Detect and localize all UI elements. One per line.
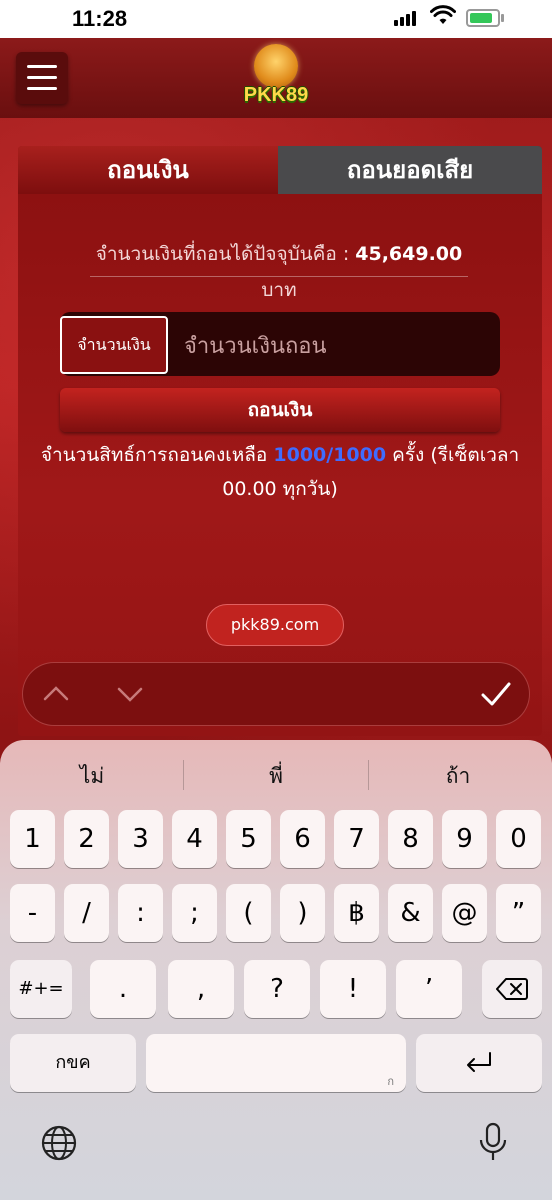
checkmark-icon[interactable]: [478, 676, 514, 712]
menu-button[interactable]: [16, 52, 68, 104]
amount-label: จำนวนเงิน: [60, 316, 168, 374]
space-hint: ก: [387, 1075, 394, 1088]
key-6[interactable]: 6: [280, 810, 325, 868]
key-8[interactable]: 8: [388, 810, 433, 868]
mascot-icon: [254, 44, 298, 88]
key-7[interactable]: 7: [334, 810, 379, 868]
space-bar[interactable]: ก: [146, 1034, 406, 1092]
suggestion-divider: [368, 760, 369, 790]
amount-input[interactable]: [182, 322, 486, 370]
key-apostrophe[interactable]: ’: [396, 960, 462, 1018]
quota-count: 1000/1000: [273, 444, 387, 466]
key-5[interactable]: 5: [226, 810, 271, 868]
key-1[interactable]: 1: [10, 810, 55, 868]
key-semicolon[interactable]: ;: [172, 884, 217, 942]
suggestion-3[interactable]: ถ้า: [370, 756, 546, 796]
keyboard-accessory-bar: [22, 662, 530, 726]
suggestion-1[interactable]: ไม่: [4, 756, 180, 796]
key-open-paren[interactable]: (: [226, 884, 271, 942]
key-3[interactable]: 3: [118, 810, 163, 868]
withdraw-button[interactable]: ถอนเงิน: [60, 388, 500, 432]
balance-amount: 45,649.00: [355, 243, 463, 265]
globe-icon[interactable]: [40, 1124, 78, 1162]
logo-text: PKK89: [243, 84, 309, 106]
quota-suffix-2: 00.00 ทุกวัน): [222, 478, 338, 500]
backspace-icon: [496, 978, 528, 1000]
return-icon: [467, 1052, 491, 1072]
chevron-down-icon[interactable]: [116, 680, 144, 708]
brand-logo[interactable]: PKK89: [236, 44, 316, 116]
signal-icon: [394, 11, 416, 26]
key-baht[interactable]: ฿: [334, 884, 379, 942]
wifi-icon: [430, 5, 456, 24]
key-backspace[interactable]: [482, 960, 542, 1018]
key-2[interactable]: 2: [64, 810, 109, 868]
key-quote[interactable]: ”: [496, 884, 541, 942]
key-ampersand[interactable]: &: [388, 884, 433, 942]
key-close-paren[interactable]: ): [280, 884, 325, 942]
key-9[interactable]: 9: [442, 810, 487, 868]
key-exclamation[interactable]: !: [320, 960, 386, 1018]
status-bar: 11:28: [0, 0, 552, 38]
suggestion-2[interactable]: พี่: [186, 756, 366, 796]
tab-withdraw[interactable]: ถอนเงิน: [18, 146, 278, 194]
balance-label: จำนวนเงินที่ถอนได้ปัจจุบันคือ :: [95, 243, 350, 265]
balance-currency: บาท: [261, 279, 297, 301]
key-comma[interactable]: ,: [168, 960, 234, 1018]
suggestion-divider: [183, 760, 184, 790]
microphone-icon[interactable]: [478, 1122, 508, 1164]
key-4[interactable]: 4: [172, 810, 217, 868]
status-time: 11:28: [72, 6, 128, 31]
key-more-symbols[interactable]: #+=: [10, 960, 72, 1018]
site-link[interactable]: pkk89.com: [206, 604, 344, 646]
key-thai-mode[interactable]: กขค: [10, 1034, 136, 1092]
key-0[interactable]: 0: [496, 810, 541, 868]
tab-loss-withdraw[interactable]: ถอนยอดเสีย: [278, 146, 542, 194]
key-colon[interactable]: :: [118, 884, 163, 942]
key-at[interactable]: @: [442, 884, 487, 942]
key-slash[interactable]: /: [64, 884, 109, 942]
balance-info: จำนวนเงินที่ถอนได้ปัจจุบันคือ : 45,649.0…: [90, 236, 468, 301]
key-hyphen[interactable]: -: [10, 884, 55, 942]
return-key[interactable]: [416, 1034, 542, 1092]
withdraw-quota-text: จำนวนสิทธ์การถอนคงเหลือ 1000/1000 ครั้ง …: [24, 438, 536, 506]
key-period[interactable]: .: [90, 960, 156, 1018]
chevron-up-icon[interactable]: [42, 680, 70, 708]
key-question[interactable]: ?: [244, 960, 310, 1018]
quota-suffix-1: ครั้ง (รีเซ็ตเวลา: [392, 444, 520, 466]
quota-prefix: จำนวนสิทธ์การถอนคงเหลือ: [40, 444, 268, 466]
battery-icon: [466, 9, 504, 27]
